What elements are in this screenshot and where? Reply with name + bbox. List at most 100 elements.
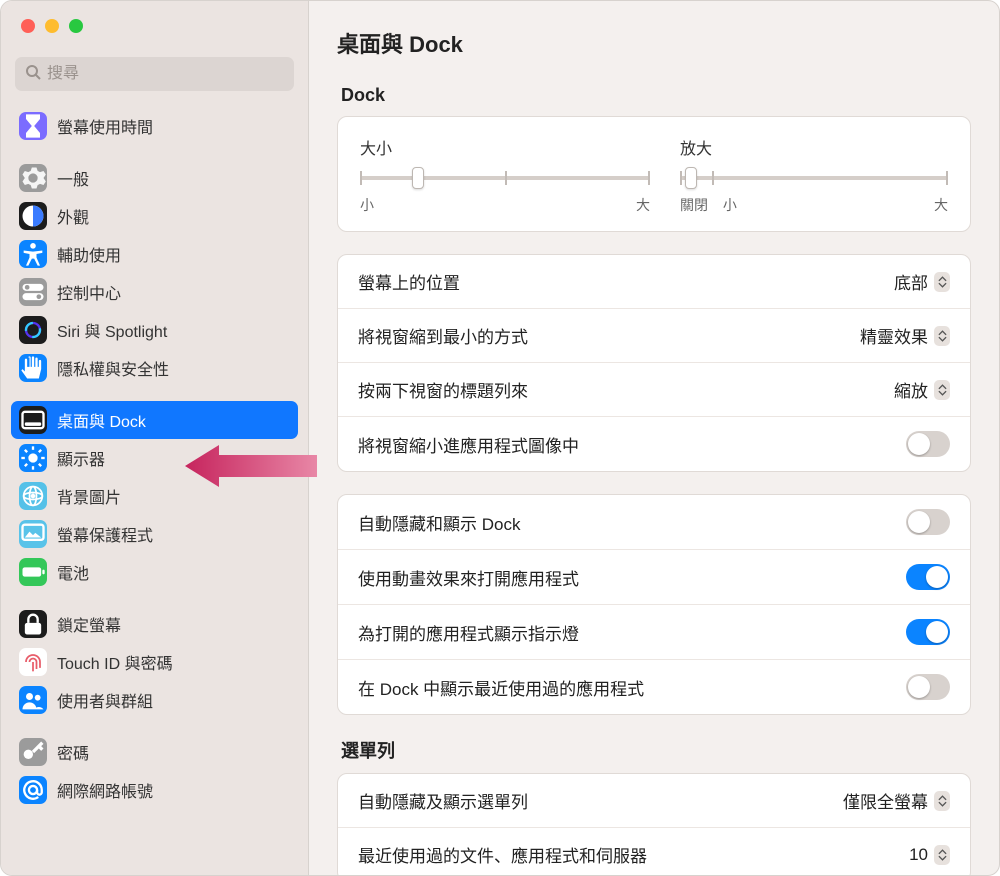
minimize-button[interactable] <box>45 19 59 33</box>
sidebar-item-displays[interactable]: 顯示器 <box>11 439 298 477</box>
minimize-into-icon-switch[interactable] <box>906 431 950 457</box>
dock-magnification-slider[interactable]: 放大 關閉 小 大 <box>680 135 948 215</box>
mag-min: 小 <box>723 195 737 215</box>
sidebar-item-battery[interactable]: 電池 <box>11 553 298 591</box>
dock-options-panel-1: 螢幕上的位置 底部 將視窗縮到最小的方式 精靈效果 按兩下視窗的標題列來 縮放 <box>337 254 971 472</box>
mag-track[interactable] <box>680 167 948 187</box>
accessibility-icon <box>19 240 47 268</box>
sidebar-item-general[interactable]: 一般 <box>11 159 298 197</box>
lock-icon <box>19 610 47 638</box>
position-select[interactable]: 底部 <box>894 269 950 294</box>
sidebar-item-accessibility[interactable]: 輔助使用 <box>11 235 298 273</box>
double-click-select[interactable]: 縮放 <box>894 377 950 402</box>
sidebar-item-label: 桌面與 Dock <box>57 408 146 432</box>
settings-window: 螢幕使用時間一般外觀輔助使用控制中心Siri 與 Spotlight隱私權與安全… <box>0 0 1000 876</box>
menubar-autohide-select[interactable]: 僅限全螢幕 <box>843 788 950 813</box>
mag-label: 放大 <box>680 135 948 159</box>
zoom-button[interactable] <box>69 19 83 33</box>
minimize-effect-label: 將視窗縮到最小的方式 <box>358 323 528 348</box>
sidebar-item-label: 背景圖片 <box>57 484 121 508</box>
updown-icon <box>934 845 950 865</box>
sidebar-item-label: 螢幕使用時間 <box>57 114 153 138</box>
autohide-switch[interactable] <box>906 509 950 535</box>
row-position: 螢幕上的位置 底部 <box>338 255 970 308</box>
sidebar-item-label: 使用者與群組 <box>57 688 153 712</box>
sidebar-item-label: Touch ID 與密碼 <box>57 650 173 674</box>
recent-items-select[interactable]: 10 <box>909 845 950 865</box>
sidebar-item-label: 顯示器 <box>57 446 105 470</box>
autohide-label: 自動隱藏和顯示 Dock <box>358 510 520 535</box>
sidebar-list: 螢幕使用時間一般外觀輔助使用控制中心Siri 與 Spotlight隱私權與安全… <box>1 101 308 875</box>
sidebar-item-label: 外觀 <box>57 204 89 228</box>
show-recents-label: 在 Dock 中顯示最近使用過的應用程式 <box>358 675 644 700</box>
appearance-icon <box>19 202 47 230</box>
close-button[interactable] <box>21 19 35 33</box>
row-animate-open: 使用動畫效果來打開應用程式 <box>338 549 970 604</box>
dock-options-panel-2: 自動隱藏和顯示 Dock 使用動畫效果來打開應用程式 為打開的應用程式顯示指示燈… <box>337 494 971 715</box>
animate-open-label: 使用動畫效果來打開應用程式 <box>358 565 579 590</box>
dock-icon <box>19 406 47 434</box>
minimize-effect-select[interactable]: 精靈效果 <box>860 323 950 348</box>
position-label: 螢幕上的位置 <box>358 269 460 294</box>
sidebar-item-label: 網際網路帳號 <box>57 778 153 802</box>
sidebar-item-users-groups[interactable]: 使用者與群組 <box>11 681 298 719</box>
row-minimize-into-icon: 將視窗縮小進應用程式圖像中 <box>338 416 970 471</box>
row-double-click: 按兩下視窗的標題列來 縮放 <box>338 362 970 416</box>
sidebar-item-screensaver[interactable]: 螢幕保護程式 <box>11 515 298 553</box>
size-track[interactable] <box>360 167 650 187</box>
show-indicators-label: 為打開的應用程式顯示指示燈 <box>358 620 579 645</box>
sidebar-item-label: 輔助使用 <box>57 242 121 266</box>
sidebar-item-screen-time[interactable]: 螢幕使用時間 <box>11 107 298 145</box>
main-content: 桌面與 Dock Dock 大小 小 大 放大 <box>309 1 999 875</box>
sidebar-item-label: 電池 <box>57 560 89 584</box>
show-indicators-switch[interactable] <box>906 619 950 645</box>
sidebar-item-appearance[interactable]: 外觀 <box>11 197 298 235</box>
sidebar-item-passwords[interactable]: 密碼 <box>11 733 298 771</box>
hourglass-icon <box>19 112 47 140</box>
row-show-indicators: 為打開的應用程式顯示指示燈 <box>338 604 970 659</box>
wallpaper-icon <box>19 482 47 510</box>
sidebar-item-label: 螢幕保護程式 <box>57 522 153 546</box>
search-icon <box>25 64 47 85</box>
sidebar-item-label: 一般 <box>57 166 89 190</box>
row-minimize-effect: 將視窗縮到最小的方式 精靈效果 <box>338 308 970 362</box>
key-icon <box>19 738 47 766</box>
dock-size-slider[interactable]: 大小 小 大 <box>360 135 650 215</box>
sidebar-item-siri-spotlight[interactable]: Siri 與 Spotlight <box>11 311 298 349</box>
row-show-recents: 在 Dock 中顯示最近使用過的應用程式 <box>338 659 970 714</box>
updown-icon <box>934 272 950 292</box>
row-recent-items: 最近使用過的文件、應用程式和伺服器 10 <box>338 827 970 875</box>
animate-open-switch[interactable] <box>906 564 950 590</box>
screensaver-icon <box>19 520 47 548</box>
search-input[interactable] <box>47 65 284 83</box>
sidebar-item-privacy-security[interactable]: 隱私權與安全性 <box>11 349 298 387</box>
toggles-icon <box>19 278 47 306</box>
double-click-label: 按兩下視窗的標題列來 <box>358 377 528 402</box>
show-recents-switch[interactable] <box>906 674 950 700</box>
minimize-into-icon-label: 將視窗縮小進應用程式圖像中 <box>358 432 579 457</box>
sidebar-item-desktop-dock[interactable]: 桌面與 Dock <box>11 401 298 439</box>
brightness-icon <box>19 444 47 472</box>
fingerprint-icon <box>19 648 47 676</box>
recent-items-label: 最近使用過的文件、應用程式和伺服器 <box>358 842 647 867</box>
size-min: 小 <box>360 195 374 215</box>
menubar-autohide-label: 自動隱藏及顯示選單列 <box>358 788 528 813</box>
traffic-lights <box>1 1 308 33</box>
sidebar-item-lock-screen[interactable]: 鎖定螢幕 <box>11 605 298 643</box>
sidebar: 螢幕使用時間一般外觀輔助使用控制中心Siri 與 Spotlight隱私權與安全… <box>1 1 309 875</box>
updown-icon <box>934 326 950 346</box>
row-menubar-autohide: 自動隱藏及顯示選單列 僅限全螢幕 <box>338 774 970 827</box>
sidebar-item-internet-accounts[interactable]: 網際網路帳號 <box>11 771 298 809</box>
sidebar-item-control-center[interactable]: 控制中心 <box>11 273 298 311</box>
size-label: 大小 <box>360 135 650 159</box>
sidebar-item-label: 密碼 <box>57 740 89 764</box>
hand-icon <box>19 354 47 382</box>
battery-icon <box>19 558 47 586</box>
page-title: 桌面與 Dock <box>337 27 971 59</box>
mag-max: 大 <box>934 195 948 215</box>
section-dock: Dock <box>341 85 967 106</box>
sidebar-item-wallpaper[interactable]: 背景圖片 <box>11 477 298 515</box>
sidebar-item-touch-id[interactable]: Touch ID 與密碼 <box>11 643 298 681</box>
search-field[interactable] <box>15 57 294 91</box>
updown-icon <box>934 791 950 811</box>
